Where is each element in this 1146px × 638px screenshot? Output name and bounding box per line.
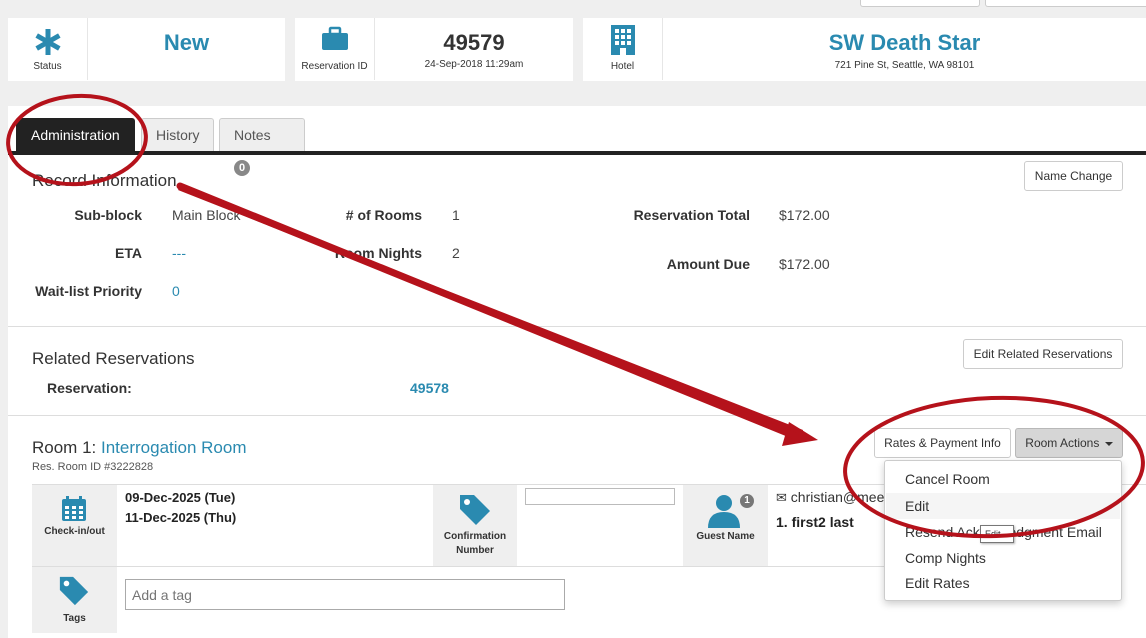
status-card: Status New xyxy=(8,18,285,81)
tab-notes-label: Notes xyxy=(234,127,271,143)
reservation-id: 49579 xyxy=(443,30,505,55)
hotel-caption: Hotel xyxy=(610,61,635,72)
confirmation-caption-2: Number xyxy=(456,545,494,556)
hotel-main: SW Death Star 721 Pine St, Seattle, WA 9… xyxy=(663,18,1146,81)
waitlist-value[interactable]: 0 xyxy=(172,283,180,299)
rooms-value: 1 xyxy=(452,207,460,223)
hotel-icon-cell: Hotel xyxy=(583,18,663,80)
confirmation-caption-1: Confirmation xyxy=(443,531,507,542)
status-icon-cell: Status xyxy=(8,18,88,80)
asterisk-icon xyxy=(34,29,61,55)
related-reservations-title: Related Reservations xyxy=(32,349,195,368)
reservation-caption: Reservation ID xyxy=(301,61,368,72)
name-change-button[interactable]: Name Change xyxy=(1024,161,1123,191)
divider xyxy=(8,326,1146,327)
guest-email-row: ✉ christian@mee xyxy=(776,489,884,506)
menu-item-comp-nights[interactable]: Comp Nights xyxy=(905,550,986,566)
hotel-name[interactable]: SW Death Star xyxy=(663,30,1146,56)
notes-count-badge: 0 xyxy=(234,160,250,177)
amount-due-value: $172.00 xyxy=(779,256,830,272)
record-info-title: Record Information xyxy=(32,171,177,190)
room-nights-label: Room Nights xyxy=(334,245,422,261)
tag-icon xyxy=(460,495,490,525)
add-tag-input[interactable] xyxy=(125,579,565,610)
checkout-date: 11-Dec-2025 (Thu) xyxy=(125,510,237,525)
reservation-icon-cell: Reservation ID xyxy=(295,18,375,80)
tag-icon xyxy=(59,576,89,606)
calendar-icon xyxy=(62,496,86,521)
status-value: New xyxy=(88,18,285,81)
reservation-total-value: $172.00 xyxy=(779,207,830,223)
reservation-date: 24-Sep-2018 11:29am xyxy=(424,59,524,70)
rooms-label: # of Rooms xyxy=(345,207,422,223)
envelope-icon: ✉ xyxy=(776,490,787,505)
status-text: New xyxy=(163,30,210,55)
caret-down-icon xyxy=(1104,441,1113,446)
divider xyxy=(8,415,1146,416)
related-reservation-label: Reservation: xyxy=(47,380,132,396)
eta-label: ETA xyxy=(115,245,142,261)
building-icon xyxy=(610,25,635,55)
tab-administration[interactable]: Administration xyxy=(16,118,135,152)
guest-name-text[interactable]: 1. first2 last xyxy=(776,514,854,530)
checkin-cell: Check-in/out xyxy=(32,485,117,566)
user-icon xyxy=(708,495,740,528)
eta-value[interactable]: --- xyxy=(172,245,186,261)
hotel-address: 721 Pine St, Seattle, WA 98101 xyxy=(834,60,975,71)
room-nights-value: 2 xyxy=(452,245,460,261)
menu-item-edit-rates[interactable]: Edit Rates xyxy=(905,575,970,591)
sub-block-value: Main Block xyxy=(172,207,241,223)
briefcase-icon xyxy=(321,26,348,50)
edit-related-reservations-button[interactable]: Edit Related Reservations xyxy=(963,339,1123,369)
guest-caption: Guest Name xyxy=(696,531,755,542)
rates-payment-info-button[interactable]: Rates & Payment Info xyxy=(874,428,1011,458)
divider xyxy=(32,566,884,567)
tab-notes[interactable]: Notes 0 xyxy=(219,118,305,177)
status-caption: Status xyxy=(33,61,62,72)
tags-caption: Tags xyxy=(63,613,86,624)
edit-tooltip: Edit xyxy=(980,525,1014,543)
reservation-total-label: Reservation Total xyxy=(633,207,750,223)
menu-item-edit[interactable]: Edit xyxy=(905,498,929,514)
menu-item-cancel-room[interactable]: Cancel Room xyxy=(905,471,990,487)
guest-email[interactable]: christian@mee xyxy=(791,489,885,505)
guest-name: 1. first2 last xyxy=(776,514,854,530)
reservation-main: 49579 24-Sep-2018 11:29am xyxy=(375,18,573,81)
tab-underline xyxy=(8,151,1146,155)
sub-block-label: Sub-block xyxy=(74,207,142,223)
room-title: Room 1: Interrogation Room xyxy=(32,438,247,458)
related-reservation-link[interactable]: 49578 xyxy=(410,380,449,396)
confirmation-cell: Confirmation Number xyxy=(433,485,517,566)
room-actions-button[interactable]: Room Actions xyxy=(1015,428,1123,458)
res-room-id: Res. Room ID #3222828 xyxy=(32,461,154,473)
room-title-prefix: Room 1: xyxy=(32,438,97,457)
tab-history[interactable]: History xyxy=(141,118,214,152)
checkin-date: 09-Dec-2025 (Tue) xyxy=(125,490,236,505)
waitlist-label: Wait-list Priority xyxy=(35,283,142,299)
room-actions-label: Room Actions xyxy=(1025,436,1100,450)
guest-count-badge: 1 xyxy=(740,494,754,508)
room-name-link[interactable]: Interrogation Room xyxy=(101,438,247,457)
tags-cell: Tags xyxy=(32,567,117,633)
hotel-card: Hotel SW Death Star 721 Pine St, Seattle… xyxy=(583,18,1146,81)
checkin-caption: Check-in/out xyxy=(44,526,105,537)
confirmation-number-input[interactable] xyxy=(525,488,675,505)
toolbar-button-partial[interactable] xyxy=(985,0,1146,7)
amount-due-label: Amount Due xyxy=(666,256,750,272)
guest-cell: 1 Guest Name xyxy=(683,485,768,566)
reservation-card: Reservation ID 49579 24-Sep-2018 11:29am xyxy=(295,18,573,81)
toolbar-button-partial[interactable] xyxy=(860,0,980,7)
